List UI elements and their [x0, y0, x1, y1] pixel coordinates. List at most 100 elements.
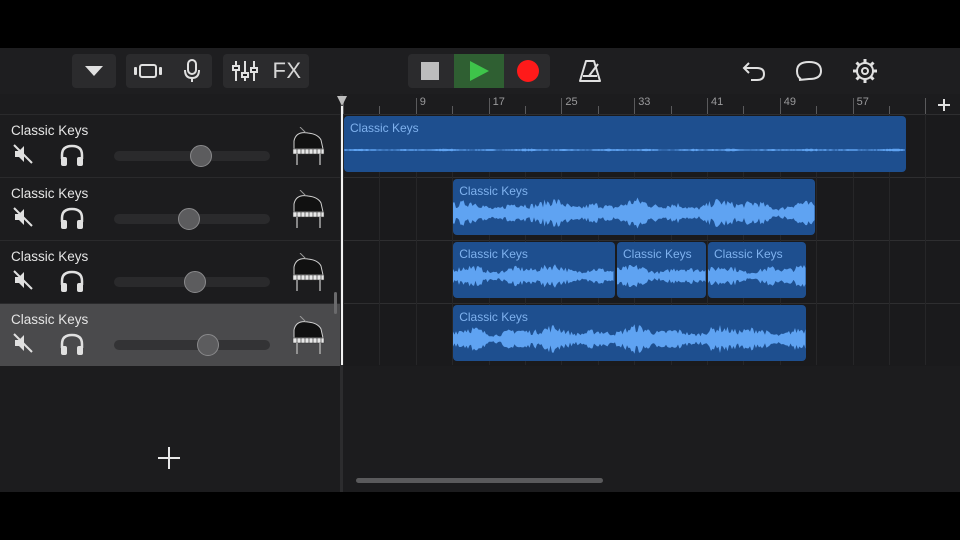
view-toggle-button[interactable] — [132, 56, 164, 86]
record-icon — [517, 60, 539, 82]
audio-region[interactable]: Classic Keys — [453, 179, 816, 235]
ruler-bar-label: 33 — [638, 96, 651, 108]
waveform — [708, 265, 806, 287]
playhead[interactable] — [341, 106, 343, 365]
ruler-tick — [561, 98, 563, 114]
audio-region[interactable]: Classic Keys — [453, 242, 615, 298]
mute-button[interactable] — [12, 143, 34, 165]
ruler-bar-label: 41 — [711, 96, 724, 108]
waveform-shape — [617, 264, 706, 288]
track-header[interactable]: Classic Keys — [0, 303, 340, 366]
waveform — [344, 148, 905, 152]
mixer-icon — [232, 61, 258, 81]
solo-button[interactable] — [59, 206, 85, 230]
ruler-bar-label: 57 — [856, 96, 869, 108]
grand-piano-icon[interactable] — [288, 252, 328, 293]
timeline-ruler[interactable]: 9 17 25 33 41 49 57 — [343, 94, 960, 115]
play-button[interactable] — [454, 54, 504, 88]
transport-group — [408, 54, 550, 88]
microphone-button[interactable] — [178, 56, 206, 86]
grand-piano-icon[interactable] — [288, 315, 328, 356]
headphones-icon — [60, 333, 84, 355]
volume-knob[interactable] — [184, 271, 207, 293]
ruler-tick — [889, 106, 890, 114]
ruler-bar-label: 9 — [419, 96, 426, 108]
waveform-shape — [453, 324, 806, 354]
ruler-bar-label: 25 — [565, 96, 578, 108]
volume-slider[interactable] — [114, 334, 270, 356]
solo-button[interactable] — [59, 269, 85, 293]
track-list-scroll-indicator[interactable] — [334, 292, 337, 314]
add-section-button[interactable] — [938, 95, 950, 116]
audio-region[interactable]: Classic Keys — [453, 305, 807, 361]
grand-piano-icon[interactable] — [288, 189, 328, 230]
headphones-icon — [60, 207, 84, 229]
ruler-bar-label: 17 — [492, 96, 505, 108]
view-toggle-icon — [134, 64, 162, 78]
metronome-button[interactable] — [574, 54, 606, 88]
grand-piano-glyph — [292, 189, 325, 228]
headphones-icon — [60, 144, 84, 166]
speaker-muted-icon — [13, 270, 33, 290]
plus-icon — [158, 447, 180, 469]
fx-button[interactable]: FX — [269, 56, 305, 86]
loop-browser-button[interactable] — [793, 54, 825, 88]
track-header[interactable]: Classic Keys — [0, 177, 340, 240]
waveform — [453, 324, 806, 354]
grand-piano-icon[interactable] — [288, 126, 328, 167]
mixer-button[interactable] — [229, 56, 261, 86]
waveform — [617, 264, 706, 288]
grand-piano-glyph — [292, 126, 325, 165]
plus-icon — [938, 99, 950, 111]
fx-label: FX — [272, 58, 302, 83]
playhead-handle[interactable] — [337, 96, 347, 106]
toolbar: FX — [0, 48, 960, 94]
garageband-window: FX Classic Keys Classic Keys Classic Key… — [0, 48, 960, 492]
waveform-shape — [708, 265, 806, 287]
ruler-tick — [597, 106, 599, 114]
solo-button[interactable] — [59, 332, 85, 356]
browser-menu-button[interactable] — [72, 54, 116, 88]
volume-slider[interactable] — [114, 145, 270, 167]
solo-button[interactable] — [59, 143, 85, 167]
view-controls-group — [126, 54, 212, 88]
volume-knob[interactable] — [177, 208, 200, 230]
ruler-tick — [525, 106, 526, 114]
undo-button[interactable] — [738, 54, 770, 88]
track-header[interactable]: Classic Keys — [0, 240, 340, 303]
play-icon — [470, 61, 489, 81]
loop-icon — [795, 60, 823, 81]
volume-knob[interactable] — [196, 334, 219, 356]
settings-button[interactable] — [849, 54, 881, 88]
ruler-bar-label: 49 — [783, 96, 797, 108]
horizontal-scrollbar[interactable] — [356, 478, 603, 483]
waveform-shape — [344, 148, 905, 152]
metronome-icon — [579, 60, 601, 82]
audio-region[interactable]: Classic Keys — [344, 116, 907, 172]
volume-knob[interactable] — [190, 145, 213, 167]
ruler-tick — [816, 106, 818, 114]
mixer-fx-group: FX — [223, 54, 309, 88]
track-header[interactable]: Classic Keys — [0, 114, 340, 177]
add-track-button[interactable] — [156, 445, 182, 471]
ruler-tick — [852, 98, 854, 114]
volume-slider[interactable] — [114, 271, 270, 293]
stop-button[interactable] — [408, 54, 452, 88]
grand-piano-glyph — [292, 252, 325, 291]
track-headers: Classic Keys Classic Keys Classic Keys C… — [0, 114, 340, 366]
speaker-muted-icon — [13, 144, 33, 164]
ruler-tick — [452, 106, 454, 114]
waveform — [453, 264, 614, 288]
grid-line — [925, 114, 927, 365]
audio-region[interactable]: Classic Keys — [617, 242, 706, 298]
ruler-tick — [707, 98, 708, 114]
audio-region[interactable]: Classic Keys — [708, 242, 807, 298]
mute-button[interactable] — [12, 206, 34, 228]
track-name: Classic Keys — [11, 186, 89, 201]
mute-button[interactable] — [12, 332, 34, 354]
undo-icon — [742, 62, 766, 81]
mute-button[interactable] — [12, 269, 34, 291]
record-button[interactable] — [506, 54, 550, 88]
volume-slider[interactable] — [114, 208, 270, 230]
track-name: Classic Keys — [11, 249, 89, 264]
